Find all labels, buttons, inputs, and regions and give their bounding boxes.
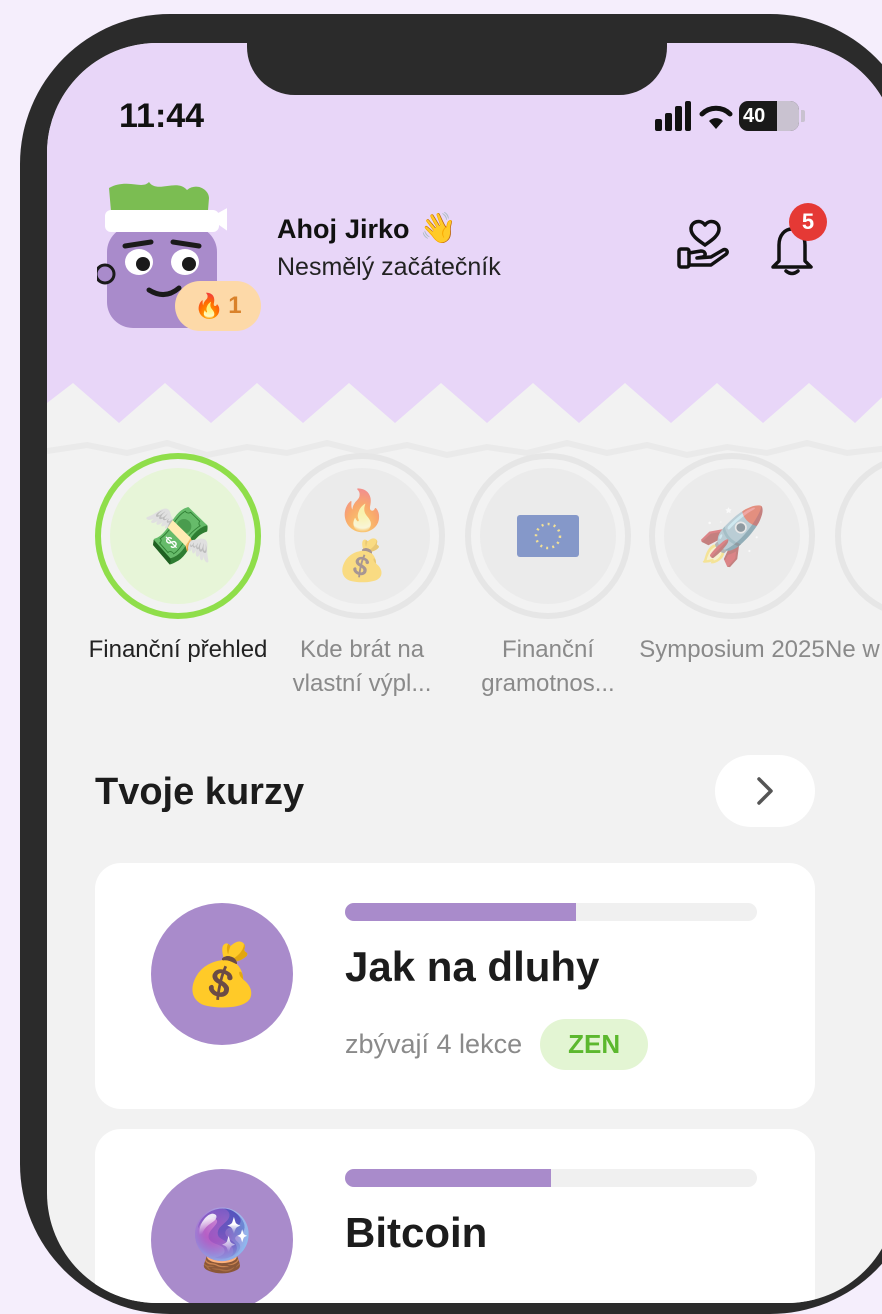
money-bag-icon: 💰 [337,539,387,583]
user-name: Jirko [345,214,410,244]
course-progress-bar [345,903,757,921]
story-label: Ne w [825,636,880,663]
status-time: 11:44 [119,97,205,135]
greeting-text: Ahoj [277,214,337,244]
course-card[interactable]: 💰 Jak na dluhy zbývají 4 lekce ZEN [95,863,815,1109]
eu-flag-icon [480,468,616,604]
greeting: Ahoj Jirko 👋 [277,211,457,246]
streak-badge[interactable]: 🔥 1 [175,281,261,331]
course-lessons-left: zbývají 4 lekce [345,1029,523,1059]
story-label: Kde brát na vlastní výpl... [292,636,432,697]
crystal-ball-icon: 🔮 [151,1169,293,1303]
wifi-icon [699,105,733,129]
course-tag: ZEN [540,1019,649,1070]
story-label: Finanční gramotnos... [481,636,615,697]
story-label: Symposium 2025 [639,636,825,663]
story-ring [835,453,882,619]
rocket-icon: 🚀 [664,468,800,604]
phone-notch [247,43,667,95]
course-meta: zbývají 4 lekce ZEN [345,1019,649,1070]
battery-tip [801,110,805,122]
user-rank: Nesmělý začátečník [277,253,501,281]
fire-money-bag-icon: 🔥 💰 [294,468,430,604]
course-title: Bitcoin [345,1209,488,1256]
heart-hand-icon[interactable] [675,217,731,273]
course-progress-fill [345,1169,551,1187]
courses-more-button[interactable] [715,755,815,827]
stories-row: 💸 Finanční přehled 🔥 💰 Kde brát na vlastn… [47,453,882,713]
battery-empty-part [777,101,799,131]
battery-level: 40 [743,104,766,127]
wave-icon: 👋 [419,212,457,245]
money-bag-icon: 💰 [151,903,293,1045]
cellular-signal-icon [655,101,691,131]
app-screen: 11:44 40 🔥 1 Ahoj Jirko 👋 Nesmělý začáte… [47,43,882,1303]
course-progress-fill [345,903,576,921]
streak-count: 1 [228,292,242,319]
chevron-right-icon [757,777,773,805]
course-progress-bar [345,1169,757,1187]
status-icons: 40 [655,101,835,131]
fire-icon: 🔥 [194,292,225,320]
section-title: Tvoje kurzy [95,771,305,813]
course-title: Jak na dluhy [345,943,600,990]
course-card[interactable]: 🔮 Bitcoin [95,1129,815,1303]
fire-icon: 🔥 [337,489,387,533]
battery-icon: 40 [739,101,799,131]
story-label: Finanční přehled [88,636,268,663]
notification-badge: 5 [789,203,827,241]
eu-flag-icon [517,515,579,557]
money-with-wings-icon: 💸 [110,468,246,604]
